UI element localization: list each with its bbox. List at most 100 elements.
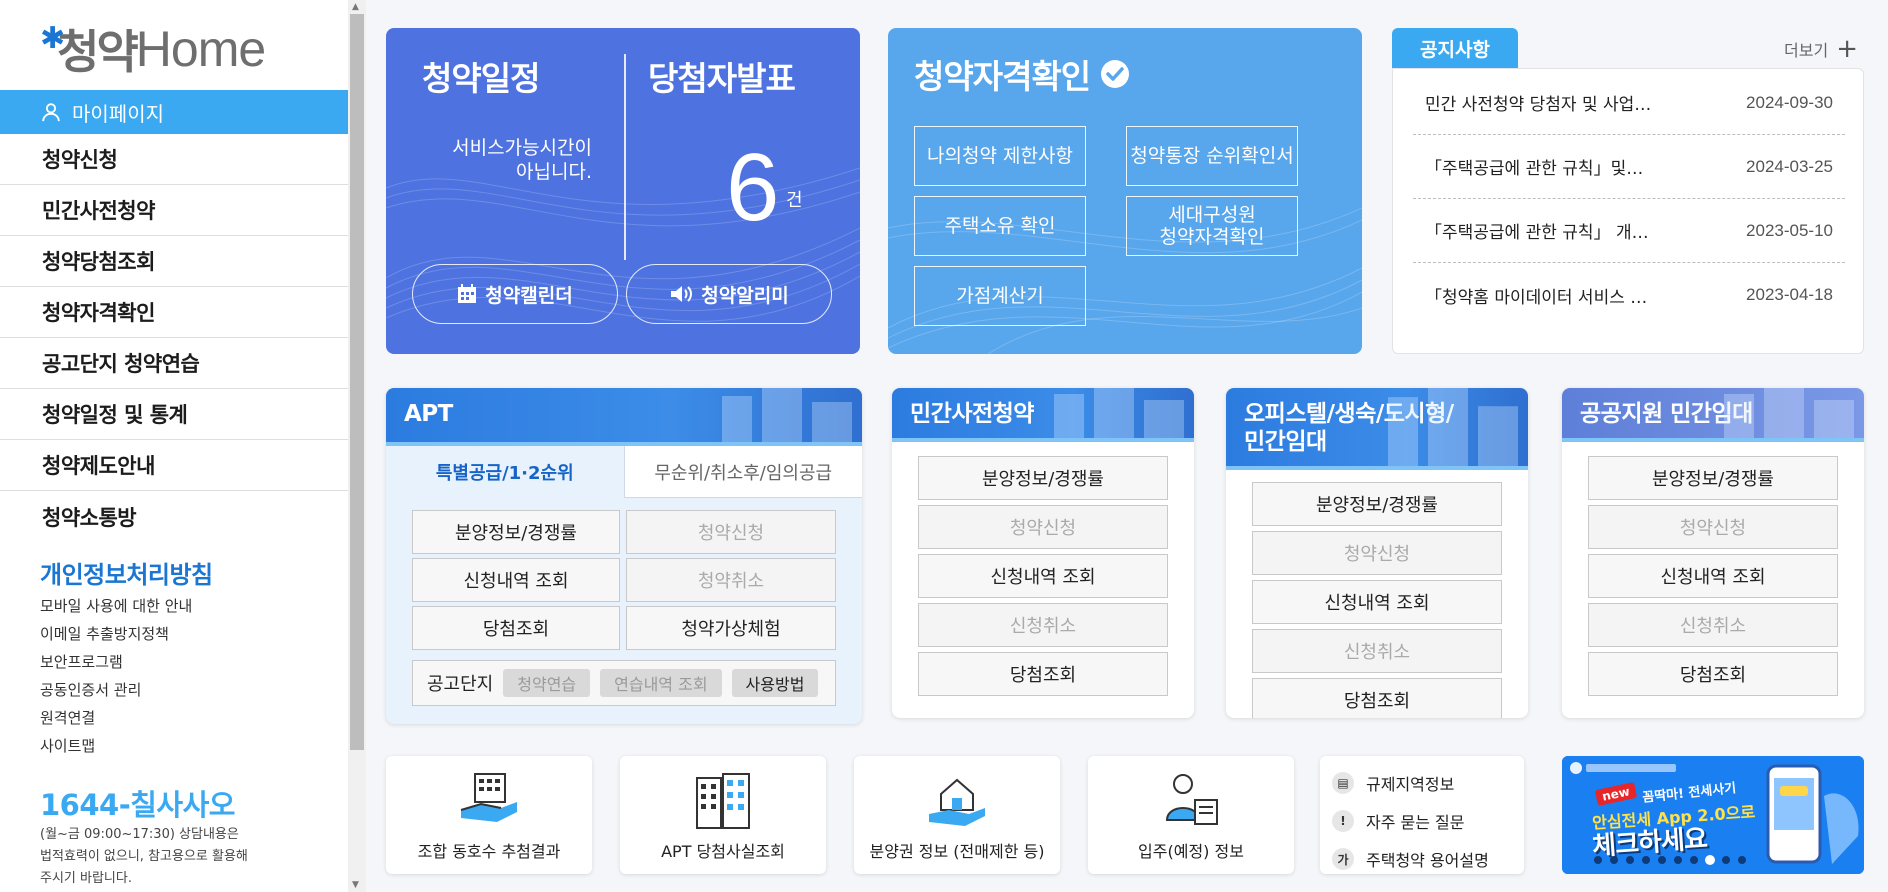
nav-item-private-pre[interactable]: 민간사전청약 bbox=[0, 185, 348, 236]
star-icon: ✱ bbox=[40, 21, 66, 56]
apt-virtual-experience-button[interactable]: 청약가상체험 bbox=[626, 606, 836, 650]
qualification-card: 청약자격확인 나의청약 제한사항 청약통장 순위확인서 주택소유 확인 세대구성… bbox=[888, 28, 1362, 354]
officetel-history-button[interactable]: 신청내역 조회 bbox=[1252, 580, 1502, 624]
faq-link[interactable]: ! 자주 묻는 질문 bbox=[1332, 802, 1524, 840]
winner-title[interactable]: 당첨자발표 bbox=[648, 52, 796, 100]
check-circle-icon bbox=[1101, 60, 1130, 88]
building-pattern-icon bbox=[1388, 388, 1518, 466]
apt-cancel-button[interactable]: 청약취소 bbox=[626, 558, 836, 602]
privacy-policy-link[interactable]: 개인정보처리방침 bbox=[40, 555, 213, 590]
scrollbar-thumb[interactable] bbox=[350, 14, 364, 750]
regulated-area-link[interactable]: ▤ 규제지역정보 bbox=[1332, 764, 1524, 802]
score-calculator-button[interactable]: 가점계산기 bbox=[914, 266, 1086, 326]
rental-cancel-button[interactable]: 신청취소 bbox=[1588, 603, 1838, 647]
apt-sale-info-button[interactable]: 분양정보/경쟁률 bbox=[412, 510, 620, 554]
officetel-winning-button[interactable]: 당첨조회 bbox=[1252, 678, 1502, 718]
winner-count-unit: 건 bbox=[786, 190, 803, 211]
account-rank-button[interactable]: 청약통장 순위확인서 bbox=[1126, 126, 1298, 186]
private-winning-button[interactable]: 당첨조회 bbox=[918, 652, 1168, 696]
scroll-up-icon[interactable]: ▲ bbox=[352, 2, 359, 12]
apt-history-button[interactable]: 신청내역 조회 bbox=[412, 558, 620, 602]
apt-header: APT bbox=[386, 388, 862, 446]
link-security-program[interactable]: 보안프로그램 bbox=[40, 648, 192, 676]
apt-apply-button[interactable]: 청약신청 bbox=[626, 510, 836, 554]
rental-winning-button[interactable]: 당첨조회 bbox=[1588, 652, 1838, 696]
nav-item-schedule-stats[interactable]: 청약일정 및 통계 bbox=[0, 389, 348, 440]
move-in-info-card[interactable]: 입주(예정) 정보 bbox=[1088, 756, 1294, 874]
notice-item[interactable]: 「주택공급에 관한 규칙」 개… 2023-05-10 bbox=[1413, 199, 1845, 263]
building-pattern-icon bbox=[722, 388, 852, 442]
house-hand-icon bbox=[929, 778, 985, 826]
officetel-card: 오피스텔/생숙/도시형/ 민간임대 분양정보/경쟁률 청약신청 신청내역 조회 … bbox=[1226, 388, 1528, 718]
my-restrictions-button[interactable]: 나의청약 제한사항 bbox=[914, 126, 1086, 186]
apt-winning-fact-card[interactable]: APT 당첨사실조회 bbox=[620, 756, 826, 874]
usage-guide-chip[interactable]: 사용방법 bbox=[731, 669, 819, 697]
private-apply-button[interactable]: 청약신청 bbox=[918, 505, 1168, 549]
house-ownership-button[interactable]: 주택소유 확인 bbox=[914, 196, 1086, 256]
link-sitemap[interactable]: 사이트맵 bbox=[40, 732, 192, 760]
notice-item[interactable]: 「주택공급에 관한 규칙」및… 2024-03-25 bbox=[1413, 135, 1845, 199]
link-remote[interactable]: 원격연결 bbox=[40, 704, 192, 732]
link-certificate[interactable]: 공동인증서 관리 bbox=[40, 676, 192, 704]
notice-list: 민간 사전청약 당첨자 및 사업… 2024-09-30 「주택공급에 관한 규… bbox=[1392, 68, 1864, 354]
calendar-button[interactable]: 청약캘린더 bbox=[412, 264, 618, 324]
practice-chip[interactable]: 청약연습 bbox=[503, 669, 591, 697]
quick-links: ▤ 규제지역정보 ! 자주 묻는 질문 가 주택청약 용어설명 bbox=[1320, 756, 1524, 874]
officetel-header: 오피스텔/생숙/도시형/ 민간임대 bbox=[1226, 388, 1528, 470]
private-history-button[interactable]: 신청내역 조회 bbox=[918, 554, 1168, 598]
call-center-number: 1644-칠사사오 bbox=[40, 788, 235, 822]
tab-special-supply[interactable]: 특별공급/1·2순위 bbox=[386, 446, 624, 498]
safe-jeonse-banner[interactable]: new 꼼딱마! 전세사기 안심전세 App 2.0으로 체크하세요 bbox=[1562, 756, 1864, 874]
rental-history-button[interactable]: 신청내역 조회 bbox=[1588, 554, 1838, 598]
sidebar-scrollbar[interactable]: ▲ ▼ bbox=[348, 0, 366, 892]
schedule-card: 청약일정 당첨자발표 서비스가능시간이 아닙니다. 6 건 청약캘린더 청약알리… bbox=[386, 28, 860, 354]
notice-item[interactable]: 민간 사전청약 당첨자 및 사업… 2024-09-30 bbox=[1413, 71, 1845, 135]
rental-sale-info-button[interactable]: 분양정보/경쟁률 bbox=[1588, 456, 1838, 500]
calendar-icon bbox=[458, 284, 477, 303]
public-rental-card: 공공지원 민간임대 분양정보/경쟁률 청약신청 신청내역 조회 신청취소 당첨조… bbox=[1562, 388, 1864, 718]
apt-practice-bar: 공고단지 청약연습 연습내역 조회 사용방법 bbox=[412, 660, 836, 706]
officetel-sale-info-button[interactable]: 분양정보/경쟁률 bbox=[1252, 482, 1502, 526]
nav-item-system-guide[interactable]: 청약제도안내 bbox=[0, 440, 348, 491]
sidebar: ✱ 청약 Home 마이페이지 청약신청 민간사전청약 청약당첨조회 청약자격확… bbox=[0, 0, 348, 892]
presale-info-card[interactable]: 분양권 정보 (전매제한 등) bbox=[854, 756, 1060, 874]
private-pre-header: 민간사전청약 bbox=[892, 388, 1194, 442]
tab-unranked-supply[interactable]: 무순위/취소후/임의공급 bbox=[623, 446, 862, 498]
apt-winning-button[interactable]: 당첨조회 bbox=[412, 606, 620, 650]
officetel-cancel-button[interactable]: 신청취소 bbox=[1252, 629, 1502, 673]
nav-item-winning-check[interactable]: 청약당첨조회 bbox=[0, 236, 348, 287]
notice-item[interactable]: 「청약홈 마이데이터 서비스 … 2023-04-18 bbox=[1413, 263, 1845, 327]
glossary-link[interactable]: 가 주택청약 용어설명 bbox=[1332, 840, 1524, 878]
nav-item-qualification[interactable]: 청약자격확인 bbox=[0, 287, 348, 338]
practice-history-chip[interactable]: 연습내역 조회 bbox=[600, 669, 722, 697]
schedule-title[interactable]: 청약일정 bbox=[422, 52, 540, 100]
private-cancel-button[interactable]: 신청취소 bbox=[918, 603, 1168, 647]
nav-item-apply[interactable]: 청약신청 bbox=[0, 134, 348, 185]
private-sale-info-button[interactable]: 분양정보/경쟁률 bbox=[918, 456, 1168, 500]
plus-icon: + bbox=[1836, 34, 1858, 64]
household-qualification-button[interactable]: 세대구성원 청약자격확인 bbox=[1126, 196, 1298, 256]
call-center-desc: (월~금 09:00~17:30) 상담내용은 법적효력이 없으니, 참고용으로… bbox=[40, 827, 248, 886]
link-mobile-guide[interactable]: 모바일 사용에 대한 안내 bbox=[40, 592, 192, 620]
alarm-button[interactable]: 청약알리미 bbox=[626, 264, 832, 324]
private-pre-card: 민간사전청약 분양정보/경쟁률 청약신청 신청내역 조회 신청취소 당첨조회 bbox=[892, 388, 1194, 718]
mypage-button[interactable]: 마이페이지 bbox=[0, 90, 348, 134]
letter-ga-icon: 가 bbox=[1332, 848, 1354, 870]
union-lottery-card[interactable]: 조합 동호수 추첨결과 bbox=[386, 756, 592, 874]
winner-count[interactable]: 6 bbox=[726, 140, 779, 236]
rental-apply-button[interactable]: 청약신청 bbox=[1588, 505, 1838, 549]
building-pattern-icon bbox=[1054, 388, 1184, 438]
nav-item-practice[interactable]: 공고단지 청약연습 bbox=[0, 338, 348, 389]
link-email-policy[interactable]: 이메일 추출방지정책 bbox=[40, 620, 192, 648]
notice-tab[interactable]: 공지사항 bbox=[1392, 28, 1518, 68]
scroll-down-icon[interactable]: ▼ bbox=[352, 880, 359, 890]
site-logo[interactable]: ✱ 청약 Home bbox=[40, 21, 266, 79]
qualification-title[interactable]: 청약자격확인 bbox=[914, 50, 1130, 98]
notice-panel: 공지사항 더보기 + 민간 사전청약 당첨자 및 사업… 2024-09-30 … bbox=[1392, 28, 1864, 354]
notice-more-button[interactable]: 더보기 + bbox=[1784, 36, 1858, 62]
person-icon bbox=[42, 103, 60, 122]
nav-item-communication[interactable]: 청약소통방 bbox=[0, 491, 348, 542]
speaker-icon bbox=[671, 286, 693, 302]
footer-links: 모바일 사용에 대한 안내 이메일 추출방지정책 보안프로그램 공동인증서 관리… bbox=[40, 592, 192, 760]
officetel-apply-button[interactable]: 청약신청 bbox=[1252, 531, 1502, 575]
